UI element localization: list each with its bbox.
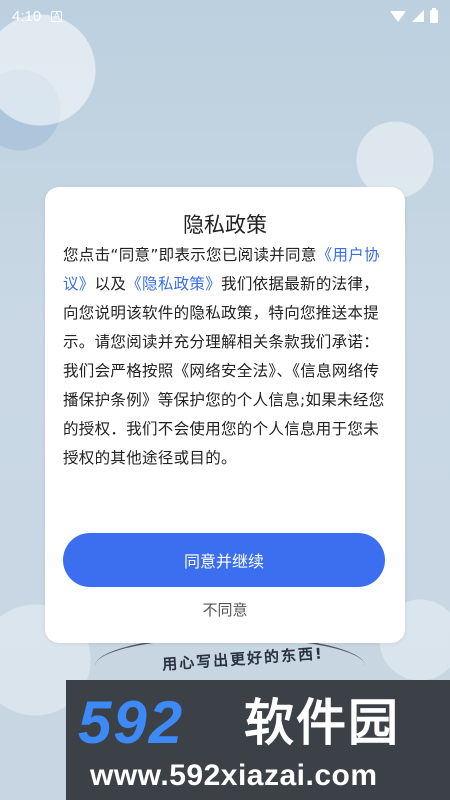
body-text-and: 以及 — [94, 275, 127, 293]
dialog-body: 您点击“同意”即表示您已阅读并同意《用户协议》以及《隐私政策》我们依据最新的法律… — [63, 241, 389, 473]
watermark-logo-text: 软件园 — [244, 694, 400, 752]
watermark-banner: 592 软件园 www.592xiazai.com — [66, 680, 450, 800]
body-text-intro: 您点击“同意”即表示您已阅读并同意 — [63, 246, 317, 264]
watermark-url: www.592xiazai.com — [90, 759, 378, 792]
privacy-policy-link[interactable]: 《隐私政策》 — [126, 275, 221, 293]
status-icons — [390, 7, 438, 23]
privacy-policy-dialog: 隐私政策 您点击“同意”即表示您已阅读并同意《用户协议》以及《隐私政策》我们依据… — [45, 187, 405, 643]
watermark-logo-number: 592 — [78, 689, 185, 756]
cellular-signal-icon — [412, 10, 424, 22]
dialog-title: 隐私政策 — [183, 213, 267, 237]
disagree-button[interactable]: 不同意 — [45, 599, 405, 620]
notification-icon: A — [51, 10, 63, 22]
agree-continue-button[interactable]: 同意并继续 — [63, 533, 385, 587]
battery-icon — [430, 7, 438, 23]
wifi-icon — [390, 10, 406, 22]
status-time: 4:10 — [12, 7, 42, 25]
status-bar: 4:10 A — [0, 0, 450, 32]
body-text-commitment: 我们会严格按照《网络安全法》、《信息网络传播保护条例》等保护您的个人信息;如果未… — [63, 362, 385, 467]
